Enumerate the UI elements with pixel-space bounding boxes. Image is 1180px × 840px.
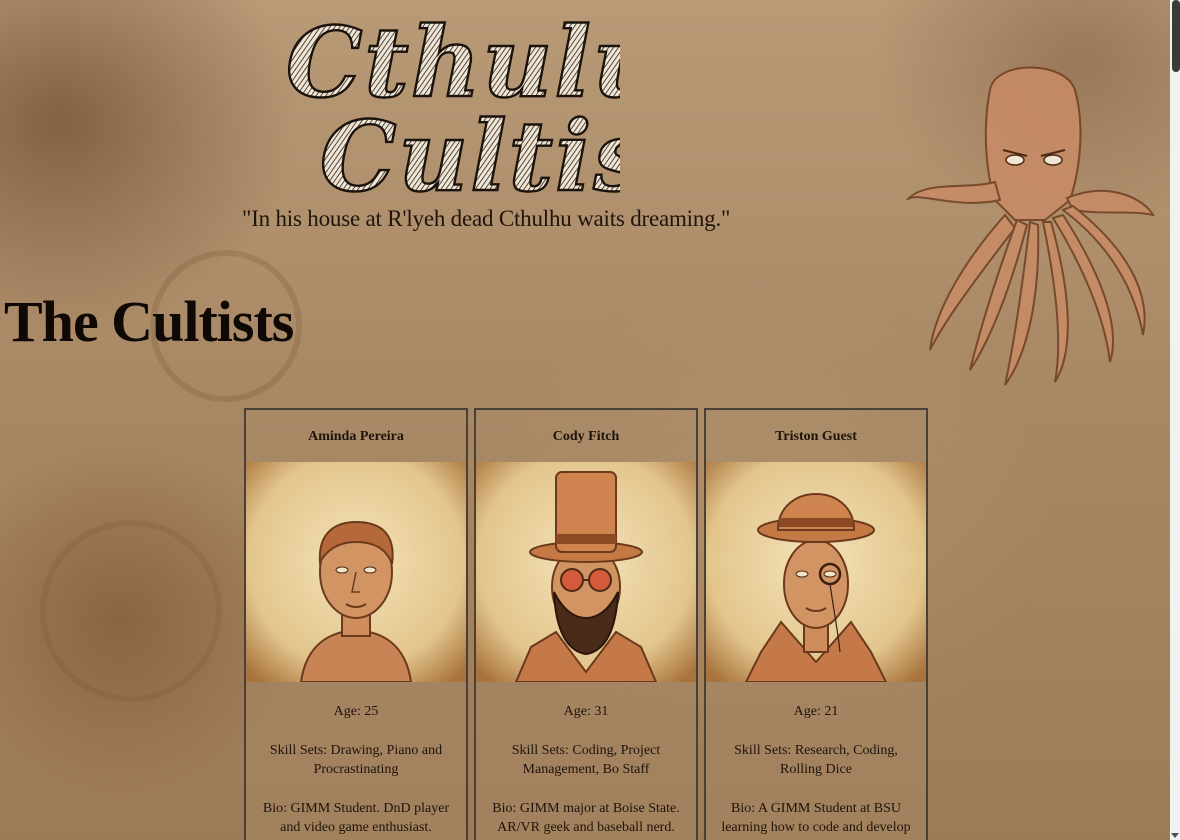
cultist-bio: Bio: A GIMM Student at BSU learning how … — [721, 800, 911, 840]
cultist-bio: Bio: GIMM Student. DnD player and video … — [262, 800, 450, 836]
cultist-cards: Aminda Pereira Age: 25 Skill Sets: Drawi… — [244, 408, 928, 840]
cultist-skills: Skill Sets: Research, Coding, Rolling Di… — [734, 742, 898, 778]
cultist-age: Age: 31 — [563, 704, 609, 719]
scrollbar-thumb[interactable] — [1172, 0, 1180, 72]
vertical-scrollbar[interactable] — [1170, 0, 1180, 840]
cthulhu-octopus-icon — [895, 50, 1165, 395]
cultist-age: Age: 25 — [333, 704, 379, 719]
cultist-bio: Bio: GIMM major at Boise State. AR/VR ge… — [492, 800, 680, 836]
cultist-card: Triston Guest Age: 21 Skill Sets: Resear… — [704, 408, 928, 840]
portrait-top-hat-sunglasses — [476, 462, 696, 682]
cultist-name: Triston Guest — [775, 429, 857, 444]
scroll-down-arrow-icon[interactable] — [1171, 833, 1179, 838]
portrait-bowler-monocle — [706, 462, 926, 682]
cultist-skills: Skill Sets: Drawing, Piano and Procrasti… — [269, 742, 443, 778]
page: Cthulu Cultists "In his house at R'lyeh … — [0, 0, 1170, 840]
site-title: Cthulu Cultists — [280, 0, 620, 200]
site-title-line2: Cultists — [320, 100, 620, 200]
tagline: "In his house at R'lyeh dead Cthulhu wai… — [242, 206, 731, 231]
cultist-skills: Skill Sets: Coding, Project Management, … — [511, 742, 661, 778]
cultist-name: Cody Fitch — [552, 429, 620, 444]
cultist-card: Cody Fitch Age: 31 Skill Sets: Coding, P… — [474, 408, 698, 840]
cultist-name: Aminda Pereira — [308, 429, 404, 444]
cthulhu-eye-left — [1005, 154, 1025, 166]
cthulhu-eye-right — [1043, 154, 1063, 166]
section-heading: The Cultists — [4, 289, 294, 354]
cultist-age: Age: 21 — [793, 704, 839, 719]
portrait-bare-head — [246, 462, 466, 682]
cultist-card: Aminda Pereira Age: 25 Skill Sets: Drawi… — [244, 408, 468, 840]
coffee-stain — [40, 520, 222, 702]
